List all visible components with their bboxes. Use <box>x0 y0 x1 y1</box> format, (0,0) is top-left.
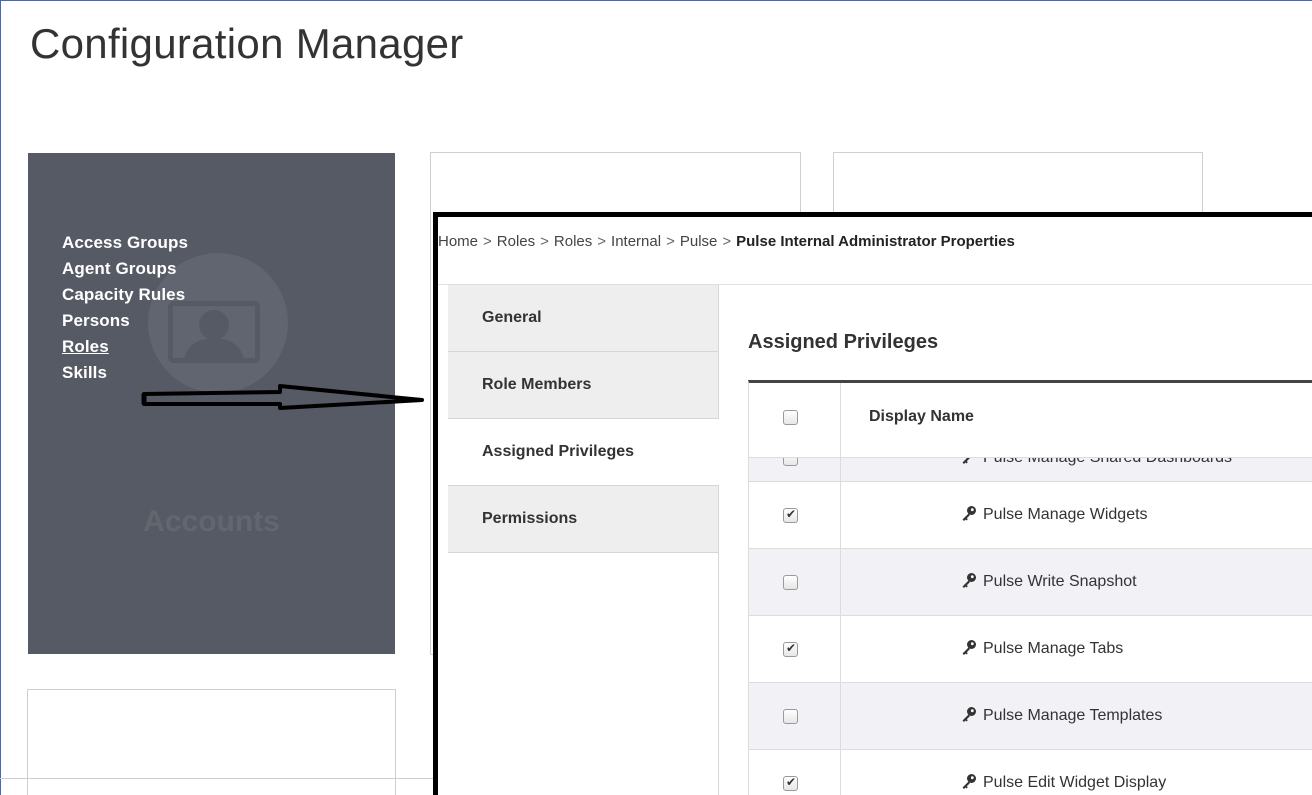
row-checkbox[interactable] <box>783 458 798 466</box>
breadcrumb-roles-folder[interactable]: Roles <box>554 233 592 250</box>
table-header: Display Name <box>748 380 1312 461</box>
accounts-links: Access Groups Agent Groups Capacity Rule… <box>62 230 188 386</box>
privilege-label: Pulse Manage Templates <box>983 707 1163 724</box>
privilege-name: Pulse Manage Templates <box>961 706 1162 727</box>
breadcrumb-separator: > <box>540 233 549 250</box>
link-access-groups[interactable]: Access Groups <box>62 230 188 255</box>
accounts-tile-label: Accounts <box>143 505 280 538</box>
role-properties-panel: Home > Roles > Roles > Internal > Pulse > Pulse In… <box>433 212 1312 795</box>
table-body: Pulse Manage Shared Dashboards Pulse Mana… <box>748 458 1312 795</box>
tab-permissions[interactable]: Permissions <box>448 486 719 553</box>
key-icon <box>961 505 977 526</box>
tab-assigned-privileges[interactable]: Assigned Privileges <box>448 419 719 486</box>
breadcrumb-separator: > <box>483 233 492 250</box>
tabs-divider <box>718 553 719 795</box>
breadcrumb-separator: > <box>666 233 675 250</box>
dashboard-tile[interactable] <box>27 689 396 795</box>
row-checkbox[interactable] <box>783 709 798 724</box>
privilege-label: Pulse Manage Tabs <box>983 640 1124 657</box>
breadcrumb-separator: > <box>722 233 732 250</box>
breadcrumb-roles[interactable]: Roles <box>497 233 535 250</box>
table-row[interactable]: Pulse Manage Widgets <box>748 482 1312 549</box>
privilege-name: Pulse Manage Tabs <box>961 639 1123 660</box>
breadcrumb-internal[interactable]: Internal <box>611 233 661 250</box>
link-roles[interactable]: Roles <box>62 334 188 359</box>
privilege-label: Pulse Manage Widgets <box>983 506 1148 523</box>
table-row[interactable]: Pulse Write Snapshot <box>748 549 1312 616</box>
row-checkbox[interactable] <box>783 507 798 523</box>
row-checkbox[interactable] <box>783 641 798 657</box>
page-title: Configuration Manager <box>30 20 464 67</box>
table-row[interactable]: Pulse Manage Templates <box>748 683 1312 750</box>
table-row[interactable]: Pulse Edit Widget Display <box>748 750 1312 795</box>
link-persons[interactable]: Persons <box>62 308 188 333</box>
privilege-name: Pulse Edit Widget Display <box>961 773 1166 794</box>
privilege-name: Pulse Manage Widgets <box>961 505 1148 526</box>
privilege-label: Pulse Edit Widget Display <box>983 774 1167 791</box>
tab-general[interactable]: General <box>448 285 719 352</box>
row-checkbox[interactable] <box>783 775 798 791</box>
properties-tabs: General Role Members Assigned Privileges… <box>448 285 719 553</box>
tab-role-members[interactable]: Role Members <box>448 352 719 419</box>
privileges-table: Display Name Pulse Manage Shared Dashboa… <box>748 380 1312 795</box>
privilege-label: Pulse Manage Shared Dashboards <box>983 458 1232 466</box>
privilege-name: Pulse Write Snapshot <box>961 572 1137 593</box>
key-icon <box>961 639 977 660</box>
link-capacity-rules[interactable]: Capacity Rules <box>62 282 188 307</box>
breadcrumb-home[interactable]: Home <box>438 233 478 250</box>
key-icon <box>961 458 977 469</box>
link-agent-groups[interactable]: Agent Groups <box>62 256 188 281</box>
key-icon <box>961 706 977 727</box>
callout-arrow-icon <box>141 384 424 410</box>
breadcrumb-pulse[interactable]: Pulse <box>680 233 718 250</box>
section-title: Assigned Privileges <box>748 331 939 353</box>
column-header-display-name[interactable]: Display Name <box>869 408 974 426</box>
key-icon <box>961 773 977 794</box>
table-row[interactable]: Pulse Manage Shared Dashboards <box>748 458 1312 482</box>
breadcrumb-current: Pulse Internal Administrator Properties <box>736 233 1015 250</box>
table-row[interactable]: Pulse Manage Tabs <box>748 616 1312 683</box>
breadcrumb: Home > Roles > Roles > Internal > Pulse > Pulse In… <box>438 233 1015 250</box>
select-all-checkbox[interactable] <box>783 410 798 425</box>
privilege-label: Pulse Write Snapshot <box>983 573 1137 590</box>
breadcrumb-separator: > <box>597 233 607 250</box>
row-checkbox[interactable] <box>783 575 798 590</box>
key-icon <box>961 572 977 593</box>
privilege-name: Pulse Manage Shared Dashboards <box>961 458 1232 469</box>
divider <box>0 778 440 779</box>
